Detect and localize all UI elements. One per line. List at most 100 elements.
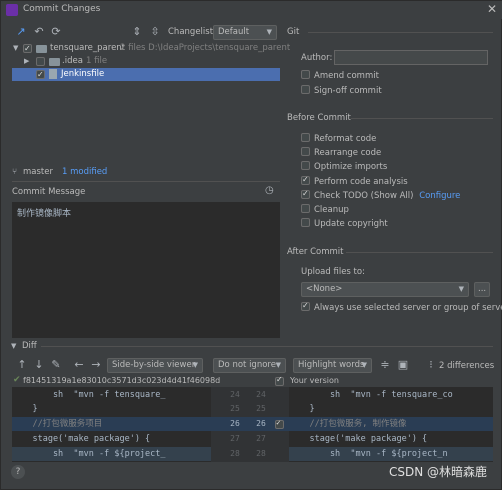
line-number: 27 — [230, 434, 240, 443]
changelist-select[interactable]: Default ▼ — [213, 25, 277, 40]
changelist-value: Default — [218, 27, 250, 37]
upload-server-select[interactable]: <None> ▼ — [301, 282, 469, 297]
code-line-changed: //打包微服务项目 — [12, 417, 211, 431]
code-line: } — [12, 404, 38, 414]
code-line: stage('make package') { — [289, 434, 428, 444]
title-bar: Commit Changes ✕ — [1, 1, 502, 19]
line-number: 24 — [256, 390, 266, 399]
optimize-imports-label: Optimize imports — [314, 162, 388, 172]
rollback-icon[interactable]: ↶ — [33, 26, 45, 38]
line-number: 25 — [256, 404, 266, 413]
line-number: 26 — [256, 419, 266, 428]
help-button[interactable]: ? — [11, 465, 25, 479]
previous-difference-icon[interactable]: ↑ — [16, 359, 28, 371]
optimize-imports-option[interactable]: Optimize imports — [301, 161, 387, 173]
viewer-mode-select[interactable]: Side-by-side viewer ▼ — [107, 358, 203, 373]
highlight-mode-select[interactable]: Highlight words ▼ — [293, 358, 372, 373]
signoff-commit-checkbox[interactable] — [301, 85, 310, 94]
chevron-down-icon[interactable]: ▼ — [11, 342, 16, 350]
differences-count: 2 differences — [439, 361, 495, 371]
code-line: stage('make package') { — [12, 434, 151, 444]
file-icon — [49, 69, 57, 79]
commit-message-label: Commit Message — [12, 187, 86, 197]
ignore-whitespace-value: Do not ignore — [218, 360, 276, 370]
chevron-right-icon[interactable]: ▶ — [24, 55, 29, 68]
divider — [351, 118, 493, 119]
author-input[interactable] — [334, 50, 488, 65]
reformat-code-option[interactable]: Reformat code — [301, 133, 376, 145]
optimize-imports-checkbox[interactable] — [301, 161, 310, 170]
right-revision: Your version — [290, 376, 339, 385]
expand-all-icon[interactable]: ⇕ — [131, 26, 143, 38]
commit-message-text: 制作镜像脚本 — [17, 209, 72, 219]
signoff-commit-option[interactable]: Sign-off commit — [301, 85, 382, 97]
idea-checkbox[interactable] — [36, 57, 45, 66]
always-use-server-checkbox[interactable] — [301, 300, 310, 312]
browse-servers-button[interactable]: ... — [474, 282, 490, 297]
folder-icon — [36, 45, 47, 53]
ignore-whitespace-select[interactable]: Do not ignore ▼ — [213, 358, 286, 373]
include-changes-checkbox[interactable] — [275, 375, 284, 386]
chevron-down-icon[interactable]: ▼ — [13, 42, 18, 55]
root-name: tensquare_parent — [50, 43, 126, 53]
settings-icon[interactable]: ⁝ — [425, 359, 437, 371]
chevron-down-icon: ▼ — [458, 285, 464, 293]
branch-name: master — [23, 167, 53, 177]
chevron-down-icon: ▼ — [192, 361, 198, 369]
apply-change-checkbox[interactable] — [275, 418, 284, 429]
rearrange-code-option[interactable]: Rearrange code — [301, 147, 381, 159]
back-icon[interactable]: ← — [73, 359, 85, 371]
edit-source-icon[interactable]: ✎ — [50, 359, 62, 371]
amend-commit-option[interactable]: Amend commit — [301, 70, 379, 82]
cleanup-option[interactable]: Cleanup — [301, 204, 349, 216]
sync-scroll-icon[interactable]: ▣ — [397, 359, 409, 371]
window-title: Commit Changes — [23, 4, 101, 14]
always-use-server-option[interactable]: Always use selected server or group of s… — [301, 300, 502, 314]
tree-row-jenkinsfile[interactable]: Jenkinsfile — [12, 68, 280, 81]
diff-section-label: Diff — [22, 341, 37, 351]
configure-link[interactable]: Configure — [419, 191, 460, 201]
chevron-down-icon: ▼ — [266, 28, 272, 36]
rearrange-code-label: Rearrange code — [314, 148, 382, 158]
reformat-code-checkbox[interactable] — [301, 133, 310, 142]
collapse-unchanged-icon[interactable]: ≑ — [379, 359, 391, 371]
diff-gutter: 24 24 25 25 26 26 27 27 28 28 — [211, 387, 289, 462]
after-commit-section-label: After Commit — [287, 247, 344, 257]
history-icon[interactable]: ◷ — [265, 185, 274, 196]
check-todo-option[interactable]: Check TODO (Show All) Configure — [301, 188, 460, 202]
perform-code-analysis-checkbox[interactable] — [301, 174, 310, 186]
diff-left-pane[interactable]: sh "mvn -f tensquare_ } //打包微服务项目 stage(… — [12, 387, 211, 462]
update-copyright-option[interactable]: Update copyright — [301, 218, 388, 230]
check-todo-checkbox[interactable] — [301, 188, 310, 200]
perform-code-analysis-option[interactable]: Perform code analysis — [301, 174, 408, 188]
check-todo-label: Check TODO (Show All) — [314, 191, 414, 201]
forward-icon[interactable]: → — [90, 359, 102, 371]
line-number: 24 — [230, 390, 240, 399]
update-copyright-checkbox[interactable] — [301, 218, 310, 227]
branch-icon: ⑂ — [12, 167, 18, 177]
jenkinsfile-checkbox[interactable] — [36, 68, 45, 81]
divider — [346, 252, 493, 253]
tree-row-root[interactable]: ▼ tensquare_parent 2 files D:\IdeaProjec… — [12, 42, 290, 55]
code-line: sh "mvn -f ${project_ — [12, 447, 211, 461]
rearrange-code-checkbox[interactable] — [301, 147, 310, 156]
line-number: 26 — [230, 419, 240, 428]
code-line: sh "mvn -f ${project_n — [289, 447, 493, 461]
accept-icon: ✔ — [13, 375, 21, 385]
refresh-icon[interactable]: ⟳ — [50, 26, 62, 38]
modified-link[interactable]: 1 modified — [62, 167, 107, 177]
cleanup-checkbox[interactable] — [301, 204, 310, 213]
code-line: sh "mvn -f tensquare_co — [289, 390, 453, 400]
idea-meta: 1 file — [86, 56, 108, 66]
next-difference-icon[interactable]: ↓ — [33, 359, 45, 371]
show-diff-icon[interactable]: ↗ — [15, 26, 27, 38]
root-checkbox[interactable] — [23, 42, 32, 55]
commit-message-input[interactable]: 制作镜像脚本 — [12, 202, 280, 338]
tree-row-idea[interactable]: ▶ .idea 1 file — [12, 55, 280, 68]
cleanup-label: Cleanup — [314, 205, 349, 215]
collapse-all-icon[interactable]: ⇳ — [149, 26, 161, 38]
close-window-icon[interactable]: ✕ — [487, 2, 497, 16]
diff-right-pane[interactable]: sh "mvn -f tensquare_co } //打包微服务, 制作镜像 … — [289, 387, 493, 462]
amend-commit-checkbox[interactable] — [301, 70, 310, 79]
update-copyright-label: Update copyright — [314, 219, 388, 229]
